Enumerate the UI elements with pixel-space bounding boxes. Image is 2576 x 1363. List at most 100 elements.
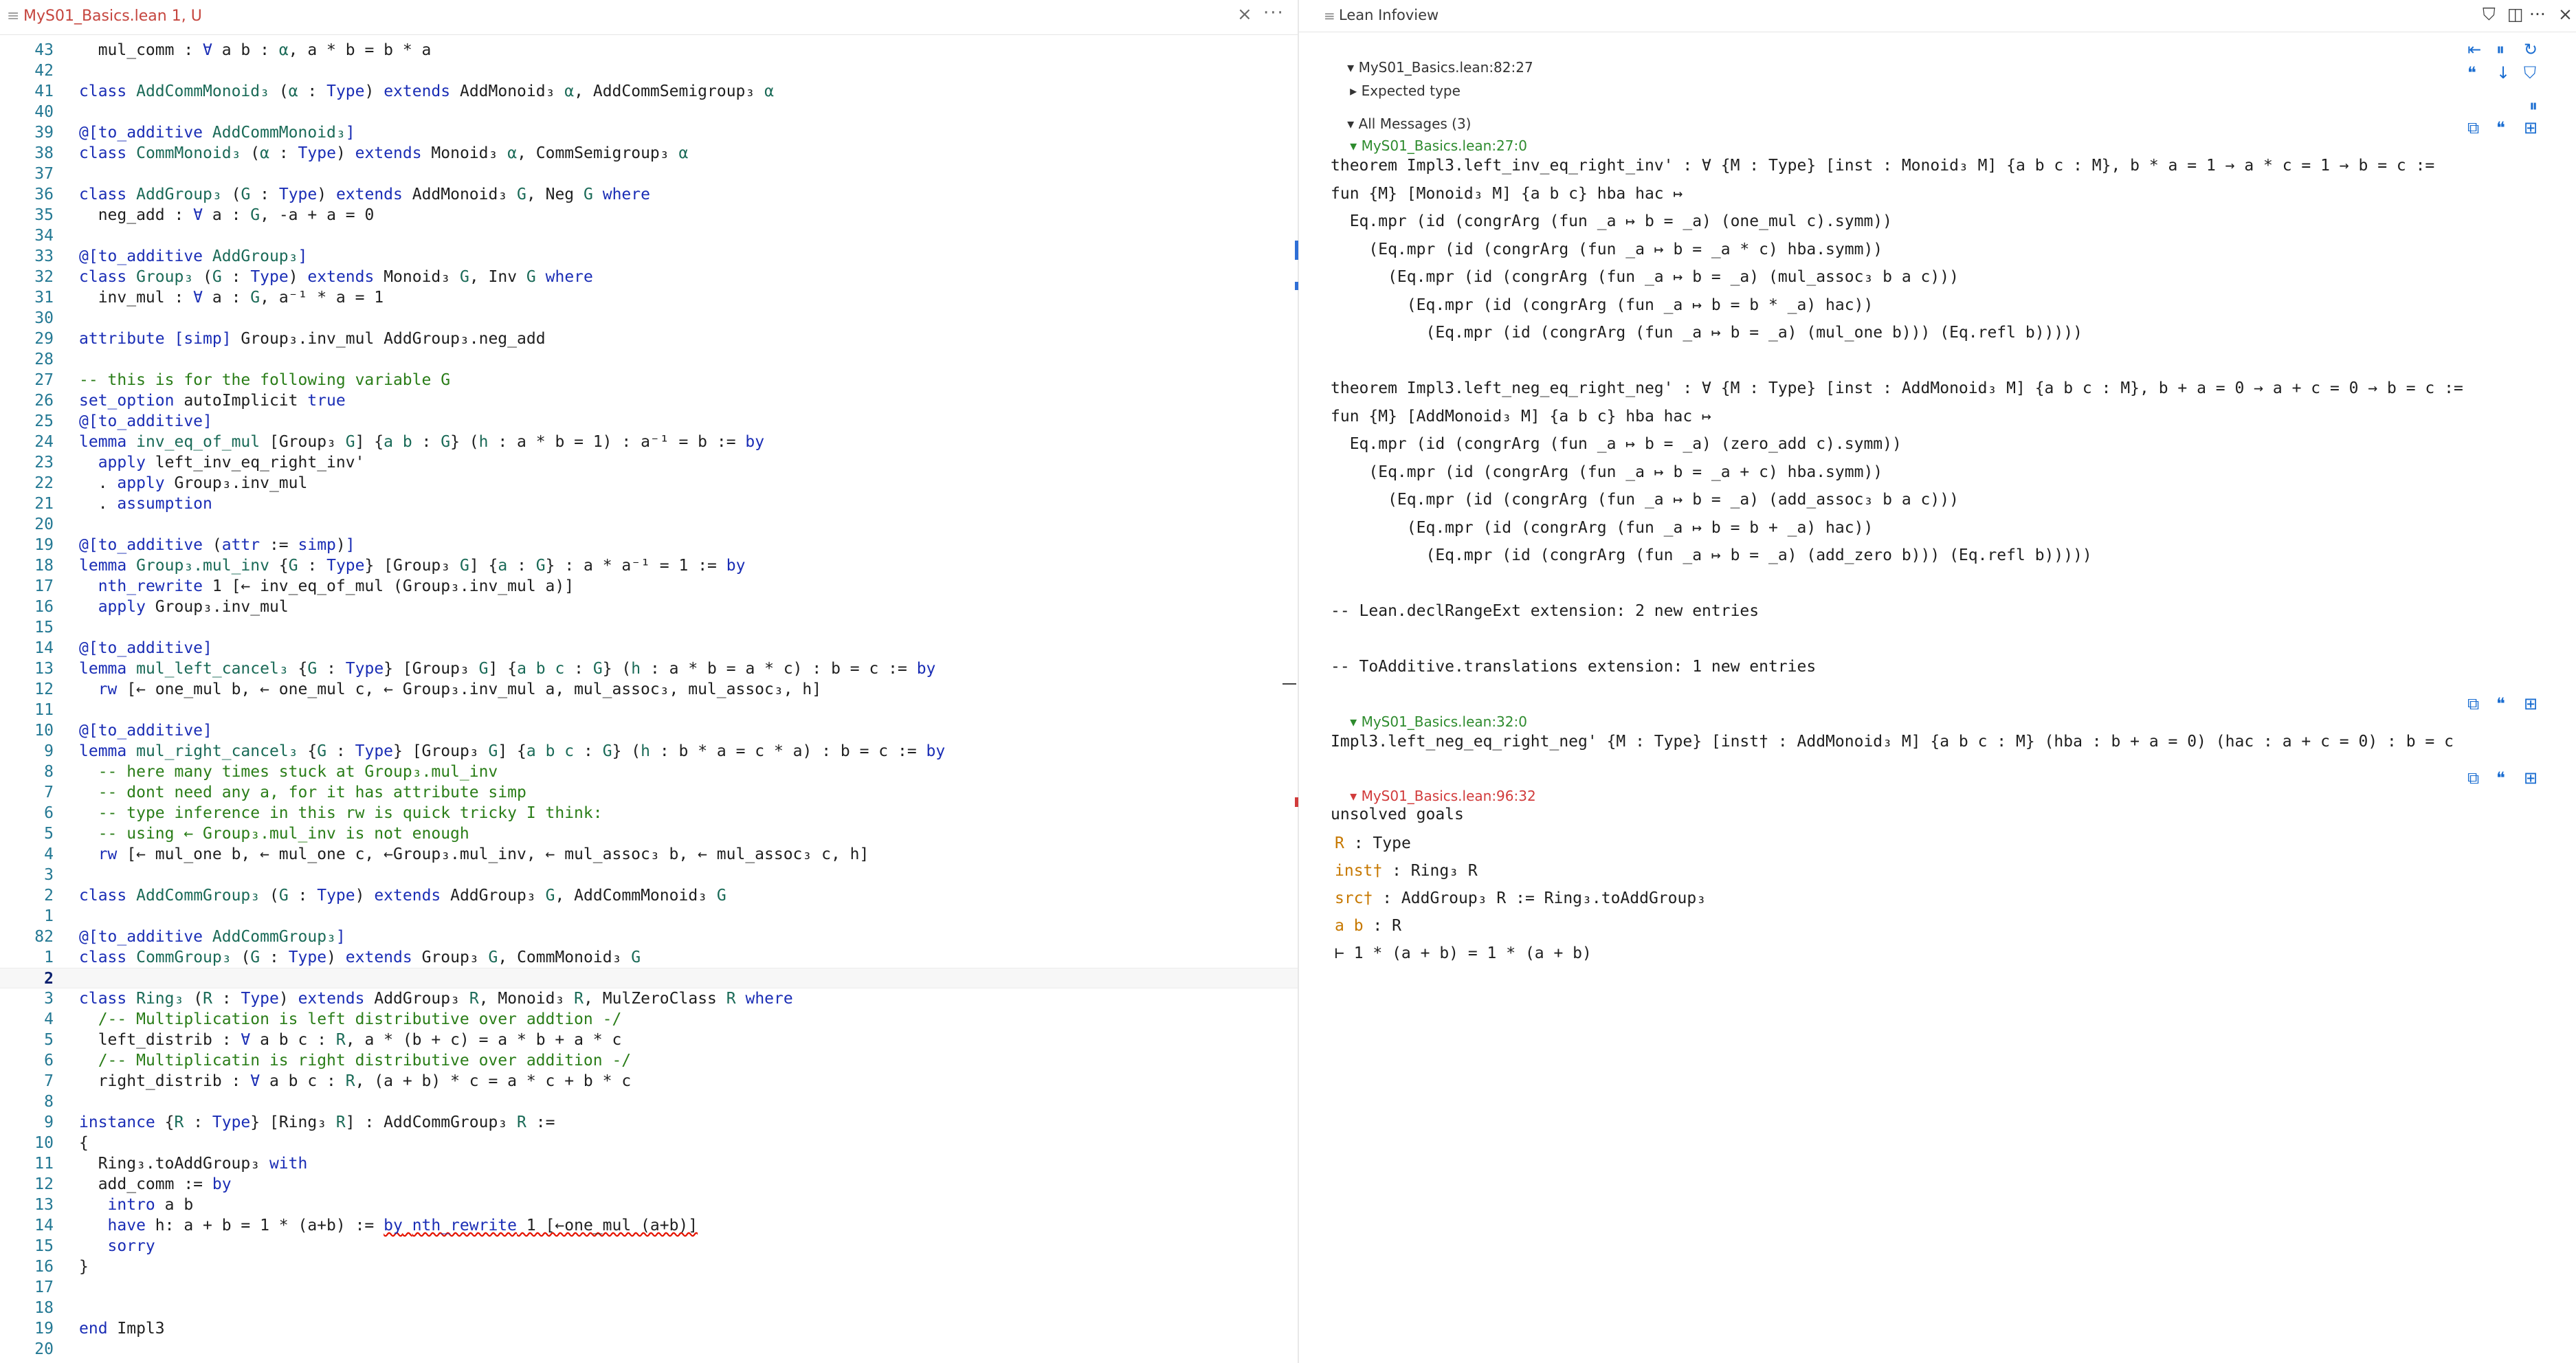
hypothesis-name[interactable]: R — [1335, 834, 1344, 852]
copy-icon[interactable]: ⧉ — [2467, 694, 2479, 713]
code-line[interactable]: 18 lemma Group₃.mul_inv {G : Type} [Group… — [0, 555, 1298, 576]
code-line[interactable]: 3 — [0, 865, 1298, 885]
code-line[interactable]: 27 -- this is for the following variable … — [0, 370, 1298, 390]
code-line[interactable]: 9 lemma mul_right_cancel₃ {G : Type} [Gro… — [0, 741, 1298, 762]
code-text[interactable]: intro a b — [79, 1195, 194, 1215]
code-text[interactable]: -- type inference in this rw is quick tr… — [79, 803, 603, 823]
code-text[interactable]: class Ring₃ (R : Type) extends AddGroup₃… — [79, 988, 793, 1009]
code-text[interactable]: /-- Multiplication is left distributive … — [79, 1009, 622, 1030]
code-line[interactable]: 5 left_distrib : ∀ a b c : R, a * (b + c… — [0, 1030, 1298, 1050]
hamburger-icon[interactable]: ≡ — [1324, 8, 1335, 24]
code-text[interactable]: @[to_additive] — [79, 411, 212, 432]
code-area[interactable]: 43 mul_comm : ∀ a b : α, a * b = b * a 42… — [0, 34, 1298, 1363]
code-line[interactable]: 43 mul_comm : ∀ a b : α, a * b = b * a — [0, 40, 1298, 60]
code-text[interactable]: left_distrib : ∀ a b c : R, a * (b + c) … — [79, 1030, 622, 1050]
code-line[interactable]: 16} — [0, 1256, 1298, 1277]
code-line[interactable]: 13 intro a b — [0, 1195, 1298, 1215]
code-text[interactable]: class AddGroup₃ (G : Type) extends AddMo… — [79, 184, 650, 205]
code-text[interactable]: @[to_additive] — [79, 638, 212, 658]
code-text[interactable]: apply Group₃.inv_mul — [79, 597, 289, 617]
code-text[interactable]: lemma mul_left_cancel₃ {G : Type} [Group… — [79, 658, 935, 679]
code-line[interactable]: 39 @[to_additive AddCommMonoid₃] — [0, 122, 1298, 143]
code-line[interactable]: 4 rw [← mul_one b, ← mul_one c, ←Group₃.… — [0, 844, 1298, 865]
code-line[interactable]: 41 class AddCommMonoid₃ (α : Type) extend… — [0, 81, 1298, 102]
code-line[interactable]: 21 . assumption — [0, 494, 1298, 514]
quote-icon[interactable]: ❝ — [2467, 63, 2476, 82]
code-line[interactable]: 17 nth_rewrite 1 [← inv_eq_of_mul (Group… — [0, 576, 1298, 597]
code-line[interactable]: 17 — [0, 1277, 1298, 1298]
message-1-location[interactable]: MyS01_Basics.lean:27:0 — [1362, 137, 1527, 154]
code-text[interactable]: lemma inv_eq_of_mul [Group₃ G] {a b : G}… — [79, 432, 764, 452]
code-line[interactable]: 35 neg_add : ∀ a : G, -a + a = 0 — [0, 205, 1298, 225]
code-line[interactable]: 13 lemma mul_left_cancel₃ {G : Type} [Gro… — [0, 658, 1298, 679]
code-line[interactable]: 23 apply left_inv_eq_right_inv' — [0, 452, 1298, 473]
close-icon[interactable]: × — [1237, 4, 1252, 25]
code-line[interactable]: 8 -- here many times stuck at Group₃.mul… — [0, 762, 1298, 782]
editor-scrollbar[interactable] — [1285, 34, 1298, 1363]
code-text[interactable]: nth_rewrite 1 [← inv_eq_of_mul (Group₃.i… — [79, 576, 574, 597]
pause-icon[interactable]: ⏸ — [2529, 96, 2538, 115]
code-text[interactable]: . apply Group₃.inv_mul — [79, 473, 308, 494]
code-text[interactable]: rw [← one_mul b, ← one_mul c, ← Group₃.i… — [79, 679, 821, 700]
code-text[interactable]: @[to_additive AddCommGroup₃] — [79, 927, 346, 947]
code-text[interactable]: . assumption — [79, 494, 212, 514]
quote-icon[interactable]: ❝ — [2496, 768, 2505, 788]
code-line[interactable]: 16 apply Group₃.inv_mul — [0, 597, 1298, 617]
pin-icon[interactable]: ⊞ — [2524, 118, 2538, 137]
code-line[interactable]: 19 end Impl3 — [0, 1318, 1298, 1339]
copy-icon[interactable]: ⧉ — [2467, 768, 2479, 788]
arrow-down-icon[interactable]: ↓ — [2496, 63, 2510, 82]
code-text[interactable]: have h: a + b = 1 * (a+b) := by nth_rewr… — [79, 1215, 698, 1236]
code-line[interactable]: 7 right_distrib : ∀ a b c : R, (a + b) *… — [0, 1071, 1298, 1091]
code-text[interactable]: @[to_additive] — [79, 720, 212, 741]
code-text[interactable]: /-- Multiplicatin is right distributive … — [79, 1050, 631, 1071]
code-line[interactable]: 32 class Group₃ (G : Type) extends Monoid… — [0, 267, 1298, 287]
more-icon[interactable]: ··· — [1263, 3, 1285, 23]
pin-icon[interactable]: ⊞ — [2524, 694, 2538, 713]
code-line[interactable]: 11 — [0, 700, 1298, 720]
code-line[interactable]: 34 — [0, 225, 1298, 246]
code-text[interactable]: sorry — [79, 1236, 155, 1256]
code-text[interactable]: class CommMonoid₃ (α : Type) extends Mon… — [79, 143, 688, 164]
code-text[interactable]: Ring₃.toAddGroup₃ with — [79, 1153, 308, 1174]
code-text[interactable]: inv_mul : ∀ a : G, a⁻¹ * a = 1 — [79, 287, 384, 308]
code-text[interactable]: set_option autoImplicit true — [79, 390, 346, 411]
quote-icon[interactable]: ❝ — [2496, 694, 2505, 713]
code-line[interactable]: 7 -- dont need any a, for it has attribu… — [0, 782, 1298, 803]
code-line[interactable]: 12 add_comm := by — [0, 1174, 1298, 1195]
quote-icon[interactable]: ❝ — [2496, 118, 2505, 137]
code-line[interactable]: 3 class Ring₃ (R : Type) extends AddGroup… — [0, 988, 1298, 1009]
code-line[interactable]: 37 — [0, 164, 1298, 184]
code-text[interactable]: @[to_additive AddGroup₃] — [79, 246, 307, 267]
code-text[interactable]: end Impl3 — [79, 1318, 165, 1339]
code-line[interactable]: 20 — [0, 514, 1298, 535]
code-text[interactable]: } — [79, 1256, 89, 1277]
code-line[interactable]: 6 /-- Multiplicatin is right distributiv… — [0, 1050, 1298, 1071]
code-line[interactable]: 36 class AddGroup₃ (G : Type) extends Add… — [0, 184, 1298, 205]
code-text[interactable]: -- using ← Group₃.mul_inv is not enough — [79, 823, 469, 844]
close-icon[interactable]: × — [2558, 4, 2573, 24]
code-line[interactable]: 18 — [0, 1298, 1298, 1318]
split-icon[interactable]: ◫ — [2507, 4, 2524, 24]
copy-icon[interactable]: ⧉ — [2467, 118, 2479, 137]
filter-icon[interactable]: ⛉ — [2483, 4, 2496, 25]
code-text[interactable]: -- here many times stuck at Group₃.mul_i… — [79, 762, 498, 782]
code-text[interactable]: instance {R : Type} [Ring₃ R] : AddCommG… — [79, 1112, 555, 1133]
editor-tab-title[interactable]: MyS01_Basics.lean 1, U — [23, 8, 202, 25]
code-line[interactable]: 12 rw [← one_mul b, ← one_mul c, ← Group… — [0, 679, 1298, 700]
code-text[interactable]: mul_comm : ∀ a b : α, a * b = b * a — [79, 40, 432, 60]
code-line[interactable]: 15 — [0, 617, 1298, 638]
code-text[interactable]: lemma mul_right_cancel₃ {G : Type} [Grou… — [79, 741, 945, 762]
filter-icon[interactable]: ⛉ — [2524, 63, 2536, 82]
code-text[interactable]: right_distrib : ∀ a b c : R, (a + b) * c… — [79, 1071, 631, 1091]
code-line[interactable]: 8 — [0, 1091, 1298, 1112]
code-line[interactable]: 42 — [0, 60, 1298, 81]
code-line[interactable]: 26 set_option autoImplicit true — [0, 390, 1298, 411]
code-line[interactable]: 9 instance {R : Type} [Ring₃ R] : AddComm… — [0, 1112, 1298, 1133]
code-line[interactable]: 10 { — [0, 1133, 1298, 1153]
hypothesis-name[interactable]: src† — [1335, 889, 1373, 907]
code-line[interactable]: 25 @[to_additive] — [0, 411, 1298, 432]
pause-icon[interactable]: ⏸ — [2496, 40, 2505, 59]
code-line[interactable]: 1 — [0, 906, 1298, 927]
code-text[interactable]: @[to_additive AddCommMonoid₃] — [79, 122, 355, 143]
